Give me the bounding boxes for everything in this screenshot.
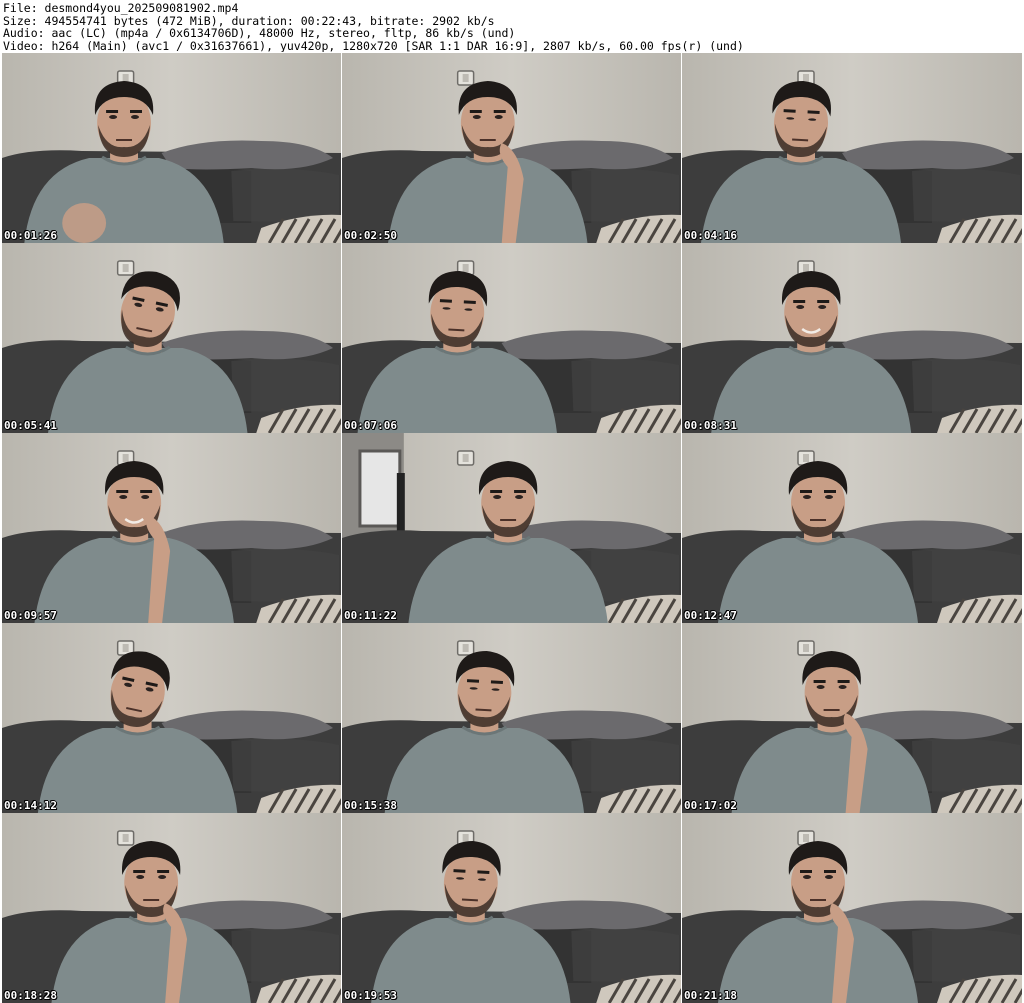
video-thumbnail: 00:12:47 — [682, 433, 1022, 623]
thumbnail-frame — [682, 53, 1022, 243]
size-duration-line: Size: 494554741 bytes (472 MiB), duratio… — [3, 14, 495, 27]
thumbnail-timestamp: 00:15:38 — [344, 799, 397, 812]
video-thumbnail: 00:18:28 — [2, 813, 341, 1003]
thumbnail-timestamp: 00:08:31 — [684, 419, 737, 432]
video-info-line: Video: h264 (Main) (avc1 / 0x31637661), … — [3, 39, 744, 52]
video-thumbnail: 00:14:12 — [2, 623, 341, 813]
video-thumbnail: 00:11:22 — [342, 433, 681, 623]
thumbnail-grid: 00:01:26 00:02:50 00:04:16 00:05:41 00:07:06… — [2, 53, 1022, 1003]
video-thumbnail: 00:09:57 — [2, 433, 341, 623]
thumbnail-timestamp: 00:18:28 — [4, 989, 57, 1002]
video-thumbnail: 00:04:16 — [682, 53, 1022, 243]
thumbnail-timestamp: 00:12:47 — [684, 609, 737, 622]
thumbnail-timestamp: 00:05:41 — [4, 419, 57, 432]
thumbnail-timestamp: 00:01:26 — [4, 229, 57, 242]
thumbnail-timestamp: 00:11:22 — [344, 609, 397, 622]
video-thumbnail: 00:07:06 — [342, 243, 681, 433]
video-thumbnail: 00:01:26 — [2, 53, 341, 243]
video-thumbnail: 00:05:41 — [2, 243, 341, 433]
thumbnail-frame — [342, 53, 681, 243]
thumbnail-frame — [682, 433, 1022, 623]
thumbnail-frame — [2, 243, 341, 433]
thumbnail-timestamp: 00:07:06 — [344, 419, 397, 432]
thumbnail-frame — [342, 243, 681, 433]
thumbnail-timestamp: 00:14:12 — [4, 799, 57, 812]
thumbnail-timestamp: 00:19:53 — [344, 989, 397, 1002]
audio-info-line: Audio: aac (LC) (mp4a / 0x6134706D), 480… — [3, 27, 516, 40]
video-thumbnail: 00:17:02 — [682, 623, 1022, 813]
thumbnail-frame — [2, 813, 341, 1003]
thumbnail-timestamp: 00:09:57 — [4, 609, 57, 622]
hand — [62, 203, 107, 243]
thumbnail-frame — [2, 53, 341, 243]
thumbnail-frame — [342, 433, 681, 623]
video-thumbnail: 00:02:50 — [342, 53, 681, 243]
thumbnail-frame — [682, 813, 1022, 1003]
file-info-header: File: desmond4you_202509081902.mp4 Size:… — [3, 2, 1021, 52]
thumbnail-frame — [682, 623, 1022, 813]
thumbnail-frame — [342, 813, 681, 1003]
file-name-line: File: desmond4you_202509081902.mp4 — [3, 2, 239, 15]
thumbnail-frame — [2, 433, 341, 623]
thumbnail-timestamp: 00:17:02 — [684, 799, 737, 812]
thumbnail-timestamp: 00:04:16 — [684, 229, 737, 242]
thumbnail-frame — [2, 623, 341, 813]
thumbnail-frame — [682, 243, 1022, 433]
video-thumbnail: 00:21:18 — [682, 813, 1022, 1003]
video-thumbnail: 00:15:38 — [342, 623, 681, 813]
thumbnail-timestamp: 00:02:50 — [344, 229, 397, 242]
video-thumbnail: 00:19:53 — [342, 813, 681, 1003]
video-thumbnail: 00:08:31 — [682, 243, 1022, 433]
thumbnail-frame — [342, 623, 681, 813]
thumbnail-timestamp: 00:21:18 — [684, 989, 737, 1002]
